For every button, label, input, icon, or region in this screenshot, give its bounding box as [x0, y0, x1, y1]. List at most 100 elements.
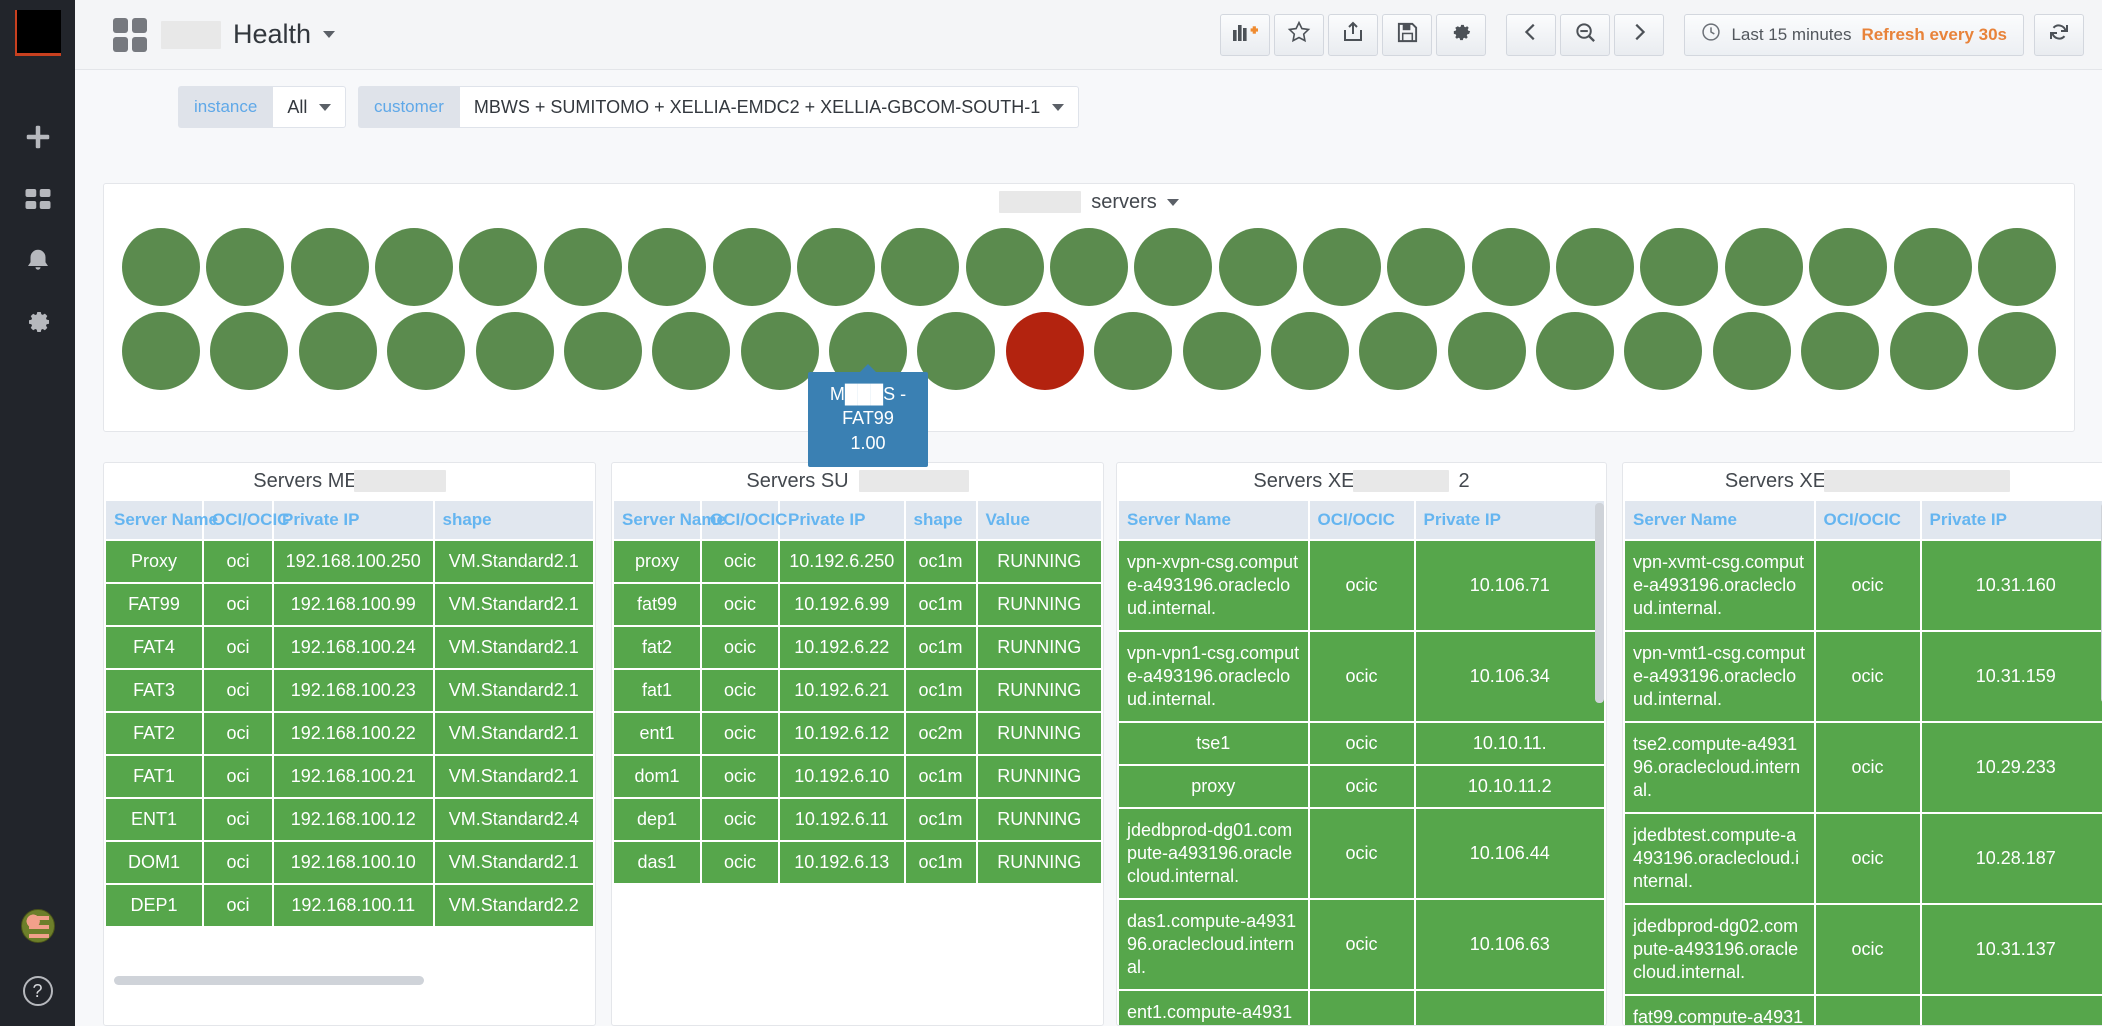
servers-su-table[interactable]: Server Name OCI/OCIC Private IP shape Value p… [612, 499, 1103, 885]
column-header[interactable]: OCI/OCIC [1815, 501, 1920, 539]
table-row[interactable]: FAT2 oci 192.168.100.22 VM.Standard2.1 [106, 713, 593, 754]
grafana-logo[interactable] [14, 10, 61, 56]
server-status-circle[interactable] [1387, 228, 1466, 306]
column-header[interactable]: Server Name [106, 501, 218, 539]
server-status-circle[interactable] [122, 228, 200, 306]
table-row[interactable]: tse1 ocic 10.10.11. [1119, 723, 1604, 765]
table-row[interactable]: proxy ocic 10.192.6.250 oc1m RUNNING [614, 541, 1101, 582]
save-dashboard-button[interactable] [1382, 13, 1433, 56]
table-row[interactable]: vpn-xvpn-csg.compute-a493196.oraclecloud… [1119, 541, 1604, 631]
table-row[interactable]: das1 ocic 10.192.6.13 oc1m RUNNING [614, 842, 1101, 883]
table-row[interactable]: vpn-vmt1-csg.compute-a493196.oraclecloud… [1625, 632, 2102, 722]
sidebar-item-user[interactable] [0, 896, 75, 956]
table-row[interactable]: ent1 ocic 10.192.6.12 oc2m RUNNING [614, 713, 1101, 754]
server-status-circle[interactable] [290, 228, 369, 306]
column-header[interactable]: Server Name [1625, 501, 1814, 539]
server-status-circle[interactable] [1182, 312, 1261, 390]
server-status-circle[interactable] [543, 228, 622, 306]
table-row[interactable]: FAT1 oci 192.168.100.21 VM.Standard2.1 [106, 756, 593, 797]
servers-xe-table-title[interactable]: Servers XE [1623, 463, 2102, 499]
server-status-circle[interactable] [1536, 312, 1614, 390]
server-status-circle[interactable] [459, 228, 538, 306]
horizontal-scrollbar[interactable] [114, 976, 424, 985]
column-header[interactable]: shape [905, 501, 976, 539]
server-status-circle[interactable] [628, 228, 707, 306]
column-header[interactable]: Value [977, 501, 1101, 539]
table-row[interactable]: DOM1 oci 192.168.100.10 VM.Standard2.1 [106, 842, 593, 883]
table-row[interactable]: das1.compute-a493196.oraclecloud.interna… [1119, 900, 1604, 990]
column-header[interactable]: Private IP [274, 501, 433, 539]
server-status-circle[interactable] [1447, 312, 1526, 390]
server-status-circle[interactable] [375, 228, 454, 306]
column-header[interactable]: Server Name [614, 501, 726, 539]
column-header[interactable]: OCI/OCIC [702, 501, 787, 539]
table-row[interactable]: fat99.compute-a493196.oraclecloud.intern… [1625, 996, 2102, 1025]
server-status-circle[interactable] [1809, 228, 1888, 306]
sidebar-item-configuration[interactable] [0, 294, 75, 356]
table-row[interactable]: jdedbtest.compute-a493196.oraclecloud.in… [1625, 814, 2102, 904]
server-status-circle[interactable] [1218, 228, 1297, 306]
table-row[interactable]: tse2.compute-a493196.oraclecloud.interna… [1625, 723, 2102, 813]
table-row[interactable]: proxy ocic 10.10.11.2 [1119, 766, 1604, 808]
column-header[interactable]: OCI/OCIC [204, 501, 289, 539]
page-title[interactable]: Health [161, 19, 336, 50]
column-header[interactable]: Private IP [1415, 501, 1604, 539]
table-row[interactable]: fat2 ocic 10.192.6.22 oc1m RUNNING [614, 627, 1101, 668]
table-row[interactable]: jdedbprod-dg01.compute-a493196.oracleclo… [1119, 809, 1604, 899]
column-header[interactable]: Private IP [1921, 501, 2102, 539]
table-row[interactable]: ent1.compute-a493196.oraclecloud.interna… [1119, 991, 1604, 1025]
table-row[interactable]: vpn-xvmt-csg.compute-a493196.oraclecloud… [1625, 541, 2102, 631]
server-status-circle[interactable] [210, 312, 289, 390]
refresh-dashboard-button[interactable] [2034, 13, 2084, 56]
server-status-circle[interactable] [965, 228, 1044, 306]
server-status-circle[interactable] [796, 228, 875, 306]
server-status-circle[interactable] [1005, 312, 1084, 390]
table-row[interactable]: FAT99 oci 192.168.100.99 VM.Standard2.1 [106, 584, 593, 625]
server-status-circle[interactable] [1134, 228, 1213, 306]
server-status-circle[interactable] [1049, 228, 1128, 306]
server-status-circle[interactable] [298, 312, 377, 390]
servers-me-table[interactable]: Server Name OCI/OCIC Private IP shape Proxy o… [104, 499, 595, 928]
server-status-circle[interactable] [1624, 312, 1703, 390]
server-status-circle[interactable] [1724, 228, 1803, 306]
sidebar-item-create[interactable] [0, 108, 75, 170]
server-status-circle[interactable] [206, 228, 285, 306]
add-panel-button[interactable] [1220, 13, 1271, 56]
server-status-circle[interactable] [881, 228, 960, 306]
table-row[interactable]: fat1 ocic 10.192.6.21 oc1m RUNNING [614, 670, 1101, 711]
dashboard-settings-button[interactable] [1436, 13, 1487, 56]
sidebar-item-dashboards[interactable] [0, 170, 75, 232]
server-status-circle[interactable] [475, 312, 554, 390]
server-status-circle[interactable] [740, 312, 819, 390]
time-shift-back-button[interactable] [1506, 13, 1557, 56]
table-row[interactable]: FAT4 oci 192.168.100.24 VM.Standard2.1 [106, 627, 593, 668]
server-status-circle[interactable] [387, 312, 466, 390]
mark-favorite-button[interactable] [1274, 13, 1325, 56]
server-status-circle[interactable] [1359, 312, 1438, 390]
server-status-circle[interactable] [563, 312, 642, 390]
time-range-picker[interactable]: Last 15 minutes Refresh every 30s [1684, 13, 2024, 56]
sidebar-item-help[interactable]: ? [0, 956, 75, 1026]
server-status-circle[interactable] [652, 312, 731, 390]
vertical-scrollbar[interactable] [1595, 503, 1604, 703]
server-status-circle[interactable] [1640, 228, 1719, 306]
column-header[interactable]: OCI/OCIC [1309, 501, 1414, 539]
table-row[interactable]: Proxy oci 192.168.100.250 VM.Standard2.1 [106, 541, 593, 582]
server-status-circle[interactable] [1270, 312, 1349, 390]
server-status-circle[interactable] [917, 312, 996, 390]
server-status-circle[interactable] [1889, 312, 1968, 390]
variable-customer-select[interactable]: MBWS + SUMITOMO + XELLIA-EMDC2 + XELLIA-… [459, 86, 1080, 128]
dashboard-grid-icon[interactable] [113, 17, 147, 52]
server-status-circle[interactable] [1712, 312, 1791, 390]
table-row[interactable]: FAT3 oci 192.168.100.23 VM.Standard2.1 [106, 670, 593, 711]
table-row[interactable]: dep1 ocic 10.192.6.11 oc1m RUNNING [614, 799, 1101, 840]
column-header[interactable]: Private IP [780, 501, 904, 539]
variable-instance-select[interactable]: All [273, 86, 347, 128]
chevron-down-icon[interactable] [323, 31, 336, 38]
column-header[interactable]: Server Name [1119, 501, 1308, 539]
server-status-circle[interactable] [712, 228, 791, 306]
chevron-down-icon[interactable] [1166, 198, 1179, 206]
server-status-circle[interactable] [1556, 228, 1635, 306]
table-row[interactable]: vpn-vpn1-csg.compute-a493196.oraclecloud… [1119, 632, 1604, 722]
table-row[interactable]: dom1 ocic 10.192.6.10 oc1m RUNNING [614, 756, 1101, 797]
